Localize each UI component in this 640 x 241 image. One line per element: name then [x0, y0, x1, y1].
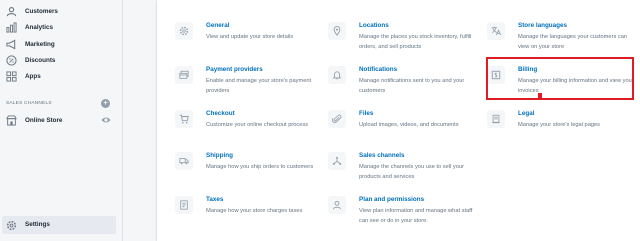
store-icon [6, 114, 17, 126]
setting-title[interactable]: Store languages [518, 22, 567, 29]
location-pin-icon [328, 22, 346, 40]
marketing-icon [6, 39, 17, 50]
nav-item-apps[interactable]: Apps [0, 68, 123, 84]
analytics-icon [6, 21, 17, 33]
setting-title[interactable]: Sales channels [359, 152, 405, 159]
setting-title[interactable]: Notifications [359, 66, 397, 73]
setting-title[interactable]: Checkout [206, 110, 235, 117]
setting-checkout[interactable]: Checkout Customize your online checkout … [175, 110, 335, 144]
setting-store-languages[interactable]: Store languages Manage the languages you… [487, 22, 637, 56]
bell-icon [328, 66, 346, 84]
setting-plan-and-permissions[interactable]: Plan and permissions View plan informati… [328, 196, 488, 230]
setting-description: Manage how your store charges taxes [206, 208, 303, 214]
setting-description: Manage the channels you use to sell your… [359, 164, 464, 180]
apps-icon [6, 70, 17, 82]
nav-label: Customers [25, 7, 58, 15]
setting-legal[interactable]: Legal Manage your store's legal pages [487, 110, 637, 144]
nav-label: Discounts [25, 56, 56, 64]
sales-channels-heading: SALES CHANNELS [6, 101, 52, 106]
setting-files[interactable]: Files Upload images, videos, and documen… [328, 110, 488, 144]
setting-title[interactable]: Plan and permissions [359, 196, 424, 203]
channels-icon [328, 152, 346, 170]
nav-label: Analytics [25, 23, 53, 31]
nav-label: Marketing [25, 40, 55, 48]
setting-description: View and update your store details [206, 34, 294, 40]
discounts-icon [6, 54, 17, 66]
nav-label: Apps [25, 72, 41, 80]
nav-item-marketing[interactable]: Marketing [0, 36, 123, 52]
setting-locations[interactable]: Locations Manage the places you stock in… [328, 22, 488, 56]
sidebar: Customers Analytics Marketing Discounts … [0, 0, 123, 241]
setting-title[interactable]: General [206, 22, 229, 29]
setting-description: Enable and manage your store's payment p… [206, 78, 312, 94]
setting-payment-providers[interactable]: Payment providers Enable and manage your… [175, 66, 335, 100]
setting-description: Manage the languages your customers can … [518, 34, 628, 50]
setting-title[interactable]: Locations [359, 22, 389, 29]
setting-title[interactable]: Shipping [206, 152, 233, 159]
view-store-eye-icon[interactable] [101, 116, 111, 124]
nav-item-customers[interactable]: Customers [0, 3, 123, 19]
user-icon [328, 196, 346, 214]
legal-icon [487, 110, 505, 128]
gear-icon [175, 22, 193, 40]
setting-title[interactable]: Taxes [206, 196, 223, 203]
setting-description: Manage notifications sent to you and you… [359, 78, 465, 94]
taxes-icon [175, 196, 193, 214]
setting-sales-channels[interactable]: Sales channels Manage the channels you u… [328, 152, 488, 186]
paperclip-icon [328, 110, 346, 128]
gear-icon [6, 220, 17, 231]
cursor-marker [538, 93, 542, 98]
cart-icon [175, 110, 193, 128]
payment-icon [175, 66, 193, 84]
setting-description: Manage how you ship orders to customers [206, 164, 314, 170]
setting-taxes[interactable]: Taxes Manage how your store charges taxe… [175, 196, 335, 230]
setting-title[interactable]: Legal [518, 110, 534, 117]
nav-item-discounts[interactable]: Discounts [0, 52, 123, 68]
truck-icon [175, 152, 193, 170]
setting-description: Upload images, videos, and documents [359, 122, 459, 128]
setting-description: Manage your store's legal pages [518, 122, 601, 128]
customers-icon [6, 6, 17, 17]
setting-notifications[interactable]: Notifications Manage notifications sent … [328, 66, 488, 100]
setting-general[interactable]: General View and update your store detai… [175, 22, 335, 56]
nav-item-settings[interactable]: Settings [2, 216, 116, 234]
nav-label: Settings [25, 220, 50, 228]
setting-title[interactable]: Files [359, 110, 373, 117]
add-sales-channel-button[interactable]: + [101, 99, 110, 108]
setting-shipping[interactable]: Shipping Manage how you ship orders to c… [175, 152, 335, 186]
nav-label: Online Store [25, 116, 63, 124]
setting-title[interactable]: Payment providers [206, 66, 263, 73]
setting-description: Manage the places you stock inventory, f… [359, 34, 472, 50]
nav-item-analytics[interactable]: Analytics [0, 19, 123, 35]
setting-description: Customize your online checkout process [206, 122, 309, 128]
language-icon [487, 22, 505, 40]
billing-highlight-box [486, 57, 634, 100]
setting-description: View plan information and manage what st… [359, 208, 473, 224]
